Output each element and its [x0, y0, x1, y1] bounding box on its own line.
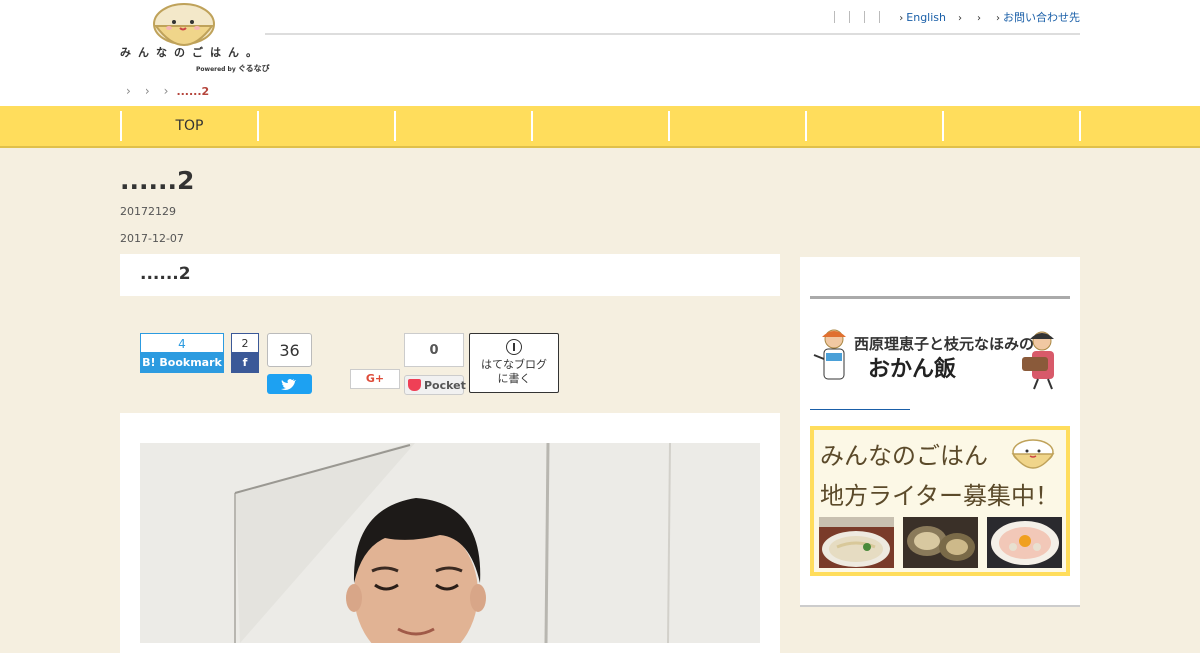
chevron-right-icon: › [899, 12, 904, 24]
article-meta: 20172129 [120, 205, 176, 218]
sidebar-divider [810, 296, 1070, 299]
nav-item[interactable] [805, 111, 942, 141]
logo-powered-by: Powered by ぐるなび [196, 63, 270, 74]
sidebar-link-underline[interactable] [810, 409, 910, 410]
ramen-photo [819, 517, 894, 568]
twitter-bird-icon [281, 379, 296, 390]
hatebu-label: Bookmark [159, 356, 222, 369]
section-heading-box: ......2 [120, 254, 780, 296]
util-link[interactable]: › [977, 11, 984, 24]
twitter-button[interactable] [267, 374, 312, 394]
facebook-count[interactable]: 2 [231, 333, 259, 353]
nav-item[interactable] [531, 111, 668, 141]
writer-recruit-banner[interactable]: みんなのごはん 地方ライター募集中！ [810, 426, 1070, 576]
util-link-english[interactable]: › English [899, 11, 946, 24]
breadcrumb-current: ......2 [176, 84, 210, 98]
breadcrumb: › › › ......2 [120, 84, 209, 98]
chevron-right-icon: › [163, 84, 169, 98]
nav-item[interactable] [668, 111, 805, 141]
facebook-button[interactable]: f [231, 353, 259, 373]
pocket-count[interactable]: 0 [404, 333, 464, 367]
googleplus-button[interactable]: G+ [350, 369, 400, 389]
global-nav: TOP [0, 106, 1200, 148]
hatebu-count[interactable]: 4 [140, 333, 224, 353]
chevron-right-icon: › [996, 13, 1000, 24]
pocket-icon [408, 379, 421, 391]
site-logo[interactable]: みんなのごはん。 Powered by ぐるなび [120, 2, 270, 74]
hatebu-b-icon: B! [142, 356, 156, 369]
chevron-right-icon: › [958, 12, 962, 24]
header-divider [265, 33, 1080, 35]
chevron-right-icon: › [126, 84, 131, 98]
pen-icon [506, 339, 522, 355]
okan-meshi-banner[interactable]: 西原理恵子と枝元なほみの おかん飯 [810, 327, 1070, 391]
portrait-photo-illustration [140, 443, 760, 643]
writer-banner-line2: 地方ライター募集中！ [820, 482, 1060, 510]
section-heading: ......2 [140, 264, 191, 284]
sidebar: 西原理恵子と枝元なほみの おかん飯 みんなのごはん 地方ライター募集中！ [800, 257, 1080, 607]
util-link-label: English [906, 10, 946, 24]
rice-bowl-icon [1011, 439, 1055, 469]
util-divider [834, 11, 836, 23]
nav-item[interactable] [257, 111, 394, 141]
utility-nav: › English › › › お問い合わせ先 [827, 9, 1080, 25]
oyster-photo [903, 517, 978, 568]
chevron-right-icon: › [977, 12, 981, 24]
util-link-contact[interactable]: › お問い合わせ先 [996, 9, 1080, 25]
hatena-blog-label-2: に書く [497, 372, 531, 385]
pocket-label: Pocket [424, 379, 466, 392]
hatena-blog-button[interactable]: はてなブログ に書く [469, 333, 559, 393]
chevron-right-icon: › [144, 84, 150, 98]
gurunavi-brand: ぐるなび [237, 64, 270, 73]
article-date: 2017-12-07 [120, 232, 184, 245]
article-body-card [120, 413, 780, 653]
nav-item[interactable] [394, 111, 531, 141]
nav-item-top[interactable]: TOP [120, 111, 257, 141]
article-photo [140, 443, 760, 643]
util-link[interactable]: › [958, 11, 965, 24]
util-divider [864, 11, 866, 23]
seafood-bowl-photo [987, 517, 1062, 568]
article-title: ......2 [120, 166, 195, 195]
powered-by-text: Powered by [196, 66, 236, 73]
util-divider [879, 11, 881, 23]
util-divider [849, 11, 851, 23]
util-link-label: お問い合わせ先 [1003, 11, 1080, 24]
hatebu-button[interactable]: B! Bookmark [140, 353, 224, 373]
writer-banner-line1: みんなのごはん [820, 442, 988, 470]
twitter-count[interactable]: 36 [267, 333, 312, 367]
okan-banner-subtitle: おかん飯 [868, 357, 957, 382]
site-header: みんなのごはん。 Powered by ぐるなび › English › › › お… [0, 0, 1200, 106]
nav-item[interactable] [942, 111, 1081, 141]
pocket-button[interactable]: Pocket [404, 375, 466, 395]
hatena-blog-label-1: はてなブログ [481, 358, 547, 371]
facebook-icon: f [242, 356, 248, 369]
logo-text: みんなのごはん。 [120, 46, 264, 59]
